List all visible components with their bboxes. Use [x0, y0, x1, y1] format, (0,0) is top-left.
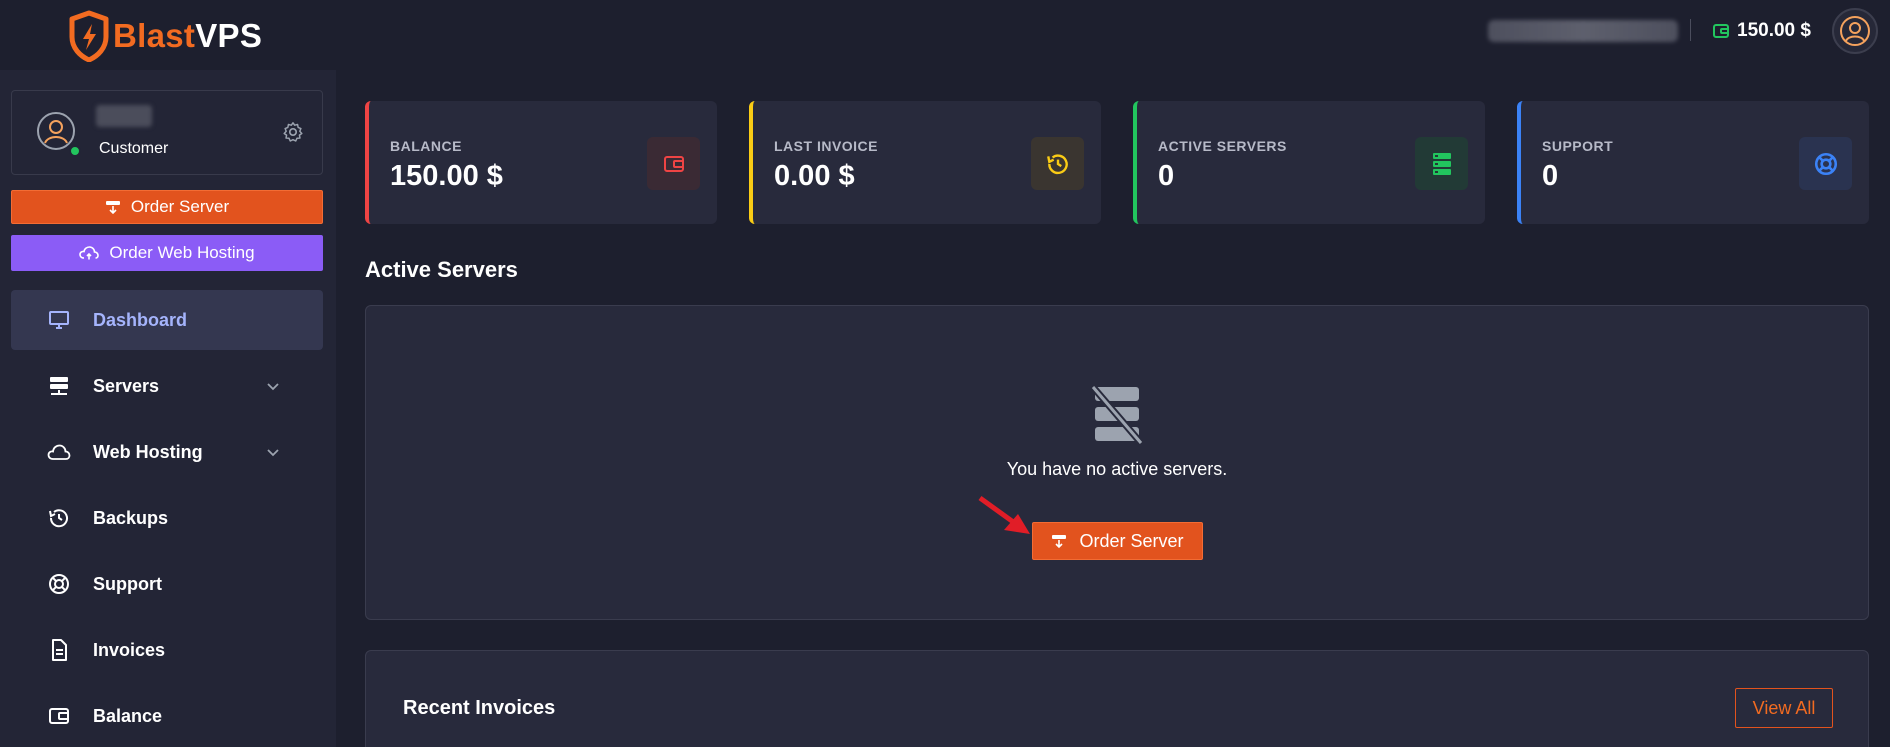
stat-value: 0.00 $ — [774, 160, 855, 192]
profile-role: Customer — [99, 140, 169, 157]
header-balance[interactable]: 150.00 $ — [1737, 20, 1811, 42]
wallet-icon — [663, 155, 684, 172]
order-server-label: Order Server — [130, 197, 230, 216]
brand-logo[interactable]: BlastVPS — [68, 10, 262, 62]
avatar-icon — [37, 112, 75, 150]
server-icon — [1432, 152, 1451, 175]
active-servers-title: Active Servers — [365, 257, 518, 282]
blurred-profile-name — [96, 105, 152, 127]
lifebuoy-icon — [49, 574, 69, 594]
stat-icon-box — [1799, 137, 1852, 190]
stat-value: 0 — [1158, 160, 1175, 192]
online-status-dot — [69, 145, 81, 157]
sidebar-item-label: Balance — [93, 705, 163, 726]
sidebar-item-label: Backups — [93, 507, 169, 528]
sidebar-item-invoices[interactable]: Invoices — [11, 620, 323, 680]
stat-value: 150.00 $ — [390, 160, 503, 192]
sidebar-item-label: Dashboard — [93, 309, 188, 330]
brand-name: BlastVPS — [113, 17, 263, 54]
lifebuoy-icon — [1814, 152, 1837, 175]
chevron-down-icon — [267, 383, 279, 391]
sidebar-item-label: Servers — [93, 375, 160, 396]
recent-invoices-title: Recent Invoices — [403, 697, 556, 719]
monitor-icon — [49, 311, 69, 329]
sidebar-item-label: Web Hosting — [93, 441, 203, 462]
chevron-down-icon — [267, 449, 279, 457]
recent-invoices-panel: Recent Invoices View All — [365, 650, 1869, 747]
empty-state-message: You have no active servers. — [1006, 459, 1228, 479]
stat-label: SUPPORT — [1542, 138, 1614, 154]
server-plus-icon — [1052, 535, 1067, 548]
sidebar: Customer Order Server Order Web Hosting … — [0, 70, 336, 747]
shield-logo-icon — [69, 10, 109, 62]
cloud-upload-icon — [79, 246, 100, 260]
sidebar-item-label: Support — [93, 573, 162, 594]
sidebar-item-label: Invoices — [93, 639, 166, 660]
sidebar-item-web-hosting[interactable]: Web Hosting — [11, 422, 323, 482]
top-header: BlastVPS 150.00 $ — [0, 0, 1890, 70]
sidebar-item-support[interactable]: Support — [11, 554, 323, 614]
stat-icon-box — [1031, 137, 1084, 190]
gear-icon[interactable] — [282, 121, 304, 143]
stat-icon-box — [1415, 137, 1468, 190]
user-icon — [1840, 16, 1870, 46]
server-icon — [50, 377, 68, 395]
stat-card-balance[interactable]: BALANCE 150.00 $ — [365, 101, 717, 224]
stat-card-support[interactable]: SUPPORT 0 — [1517, 101, 1869, 224]
pointer-arrow-icon — [978, 495, 1030, 534]
history-icon — [49, 509, 68, 528]
sidebar-item-backups[interactable]: Backups — [11, 488, 323, 548]
stat-label: LAST INVOICE — [774, 138, 879, 154]
stat-label: ACTIVE SERVERS — [1158, 138, 1287, 154]
order-server-label: Order Server — [1079, 530, 1184, 551]
sidebar-order-hosting-button[interactable]: Order Web Hosting — [11, 235, 323, 271]
stat-value: 0 — [1542, 160, 1559, 192]
wallet-icon — [1713, 24, 1729, 38]
blurred-username — [1488, 20, 1678, 42]
wallet-icon — [49, 708, 69, 724]
stat-icon-box — [647, 137, 700, 190]
sidebar-order-server-button[interactable]: Order Server — [11, 190, 323, 224]
sidebar-item-dashboard[interactable]: Dashboard — [11, 290, 323, 350]
header-divider — [1690, 19, 1691, 41]
sidebar-item-servers[interactable]: Servers — [11, 356, 323, 416]
order-hosting-label: Order Web Hosting — [109, 243, 255, 262]
stat-card-active-servers[interactable]: ACTIVE SERVERS 0 — [1133, 101, 1485, 224]
server-off-icon — [1090, 384, 1144, 445]
sidebar-item-balance[interactable]: Balance — [11, 686, 323, 746]
stat-card-last-invoice[interactable]: LAST INVOICE 0.00 $ — [749, 101, 1101, 224]
stat-label: BALANCE — [390, 138, 462, 154]
profile-card: Customer — [11, 90, 323, 175]
order-server-button[interactable]: Order Server — [1032, 522, 1203, 560]
history-icon — [1046, 153, 1068, 174]
server-plus-icon — [105, 201, 120, 214]
document-icon — [52, 639, 67, 661]
view-all-button[interactable]: View All — [1735, 688, 1833, 728]
cloud-icon — [47, 444, 71, 460]
active-servers-panel: You have no active servers. Order Server — [365, 305, 1869, 620]
user-avatar-button[interactable] — [1832, 8, 1878, 54]
